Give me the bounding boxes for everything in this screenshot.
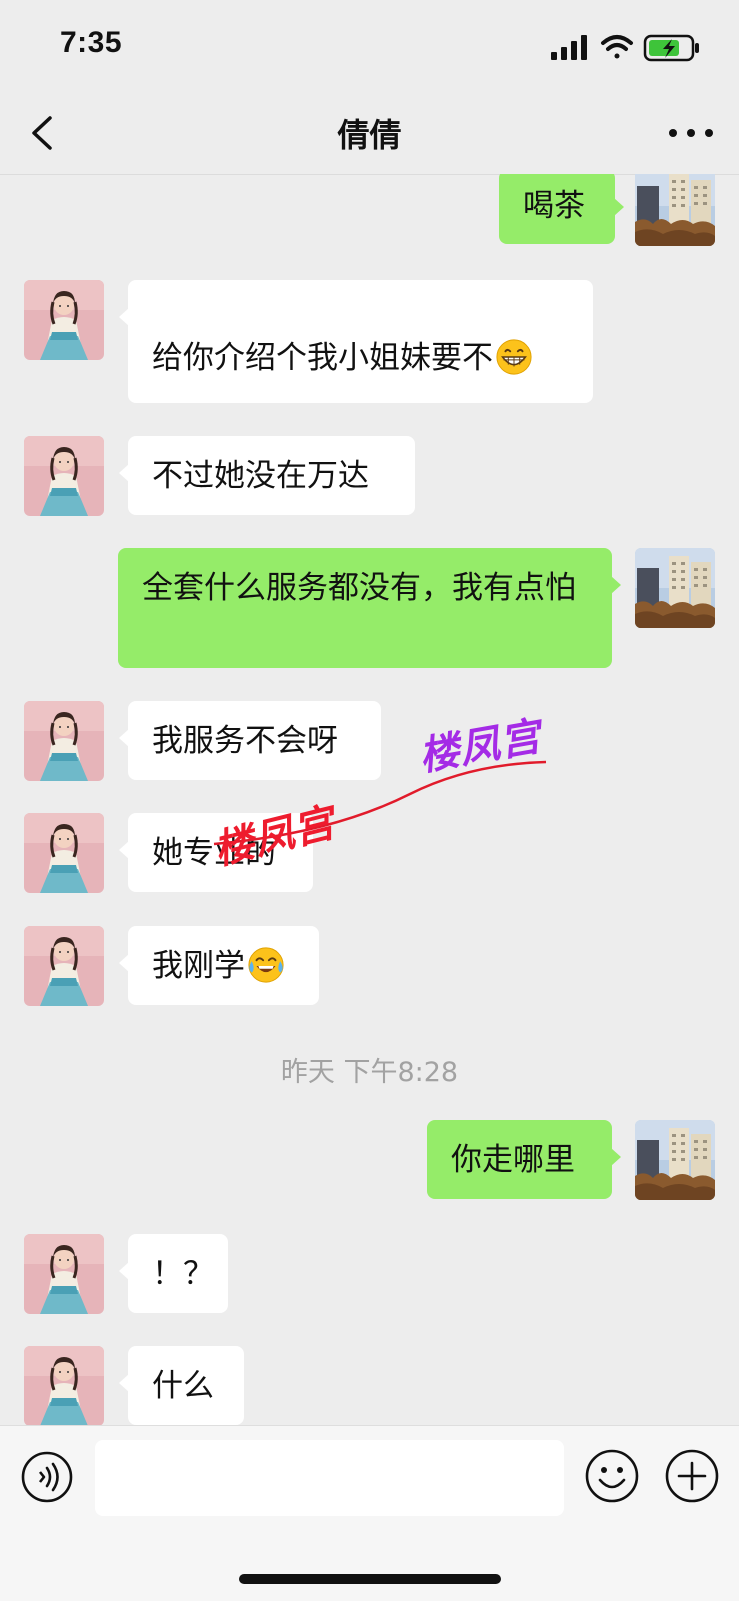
message-text: 你走哪里 — [451, 1142, 575, 1178]
grinning-emoji — [495, 338, 533, 376]
nav-bar: 倩倩 — [0, 92, 739, 175]
message-bubble-incoming[interactable]: 我刚学 — [119, 926, 319, 1005]
contact-avatar[interactable] — [24, 813, 104, 893]
message-text: ！？ — [152, 1256, 214, 1292]
message-text: 喝茶 — [523, 188, 585, 224]
status-time: 7:35 — [60, 26, 123, 59]
message-input[interactable] — [95, 1440, 564, 1516]
emoji-icon[interactable] — [584, 1448, 640, 1504]
message-text: 给你介绍个我小姐妹要不 — [152, 340, 493, 376]
signal-icon — [551, 35, 587, 60]
message-bubble-outgoing[interactable]: 喝茶 — [499, 174, 624, 244]
message-bubble-outgoing[interactable]: 你走哪里 — [427, 1120, 621, 1199]
contact-avatar[interactable] — [24, 1346, 104, 1425]
input-bar — [0, 1425, 739, 1601]
message-bubble-incoming[interactable]: 不过她没在万达 — [119, 436, 415, 515]
message-timestamp: 昨天 下午8:28 — [280, 1057, 459, 1088]
contact-avatar[interactable] — [24, 701, 104, 781]
status-icons — [551, 34, 699, 62]
message-bubble-incoming[interactable]: ！？ — [119, 1234, 228, 1313]
contact-avatar[interactable] — [24, 926, 104, 1006]
contact-avatar[interactable] — [24, 280, 104, 360]
battery-icon — [643, 34, 699, 62]
my-avatar[interactable] — [635, 548, 715, 628]
my-avatar[interactable] — [635, 174, 715, 246]
my-avatar[interactable] — [635, 1120, 715, 1200]
message-text: 什么 — [152, 1368, 214, 1404]
tears-of-joy-emoji — [247, 946, 285, 984]
chat-title: 倩倩 — [337, 116, 402, 154]
message-text: 全套什么服务都没有，我有点怕 — [142, 570, 576, 606]
more-dots-icon[interactable] — [665, 110, 717, 156]
message-bubble-incoming[interactable]: 什么 — [119, 1346, 244, 1425]
voice-icon[interactable] — [20, 1450, 74, 1504]
plus-icon[interactable] — [664, 1448, 720, 1504]
chat-area[interactable]: 喝茶 给你介绍个我小姐妹要不 不过她没在万达 全套什么服务都没有，我有点怕 我服… — [0, 174, 739, 1425]
message-text: 不过她没在万达 — [152, 458, 369, 494]
contact-avatar[interactable] — [24, 436, 104, 516]
message-bubble-outgoing[interactable]: 全套什么服务都没有，我有点怕 — [118, 548, 621, 668]
status-bar: 7:35 — [0, 0, 739, 92]
contact-avatar[interactable] — [24, 1234, 104, 1314]
home-indicator[interactable] — [239, 1574, 501, 1584]
message-bubble-incoming[interactable]: 给你介绍个我小姐妹要不 — [119, 280, 593, 403]
wifi-icon — [601, 35, 633, 59]
message-text: 我刚学 — [152, 948, 245, 984]
